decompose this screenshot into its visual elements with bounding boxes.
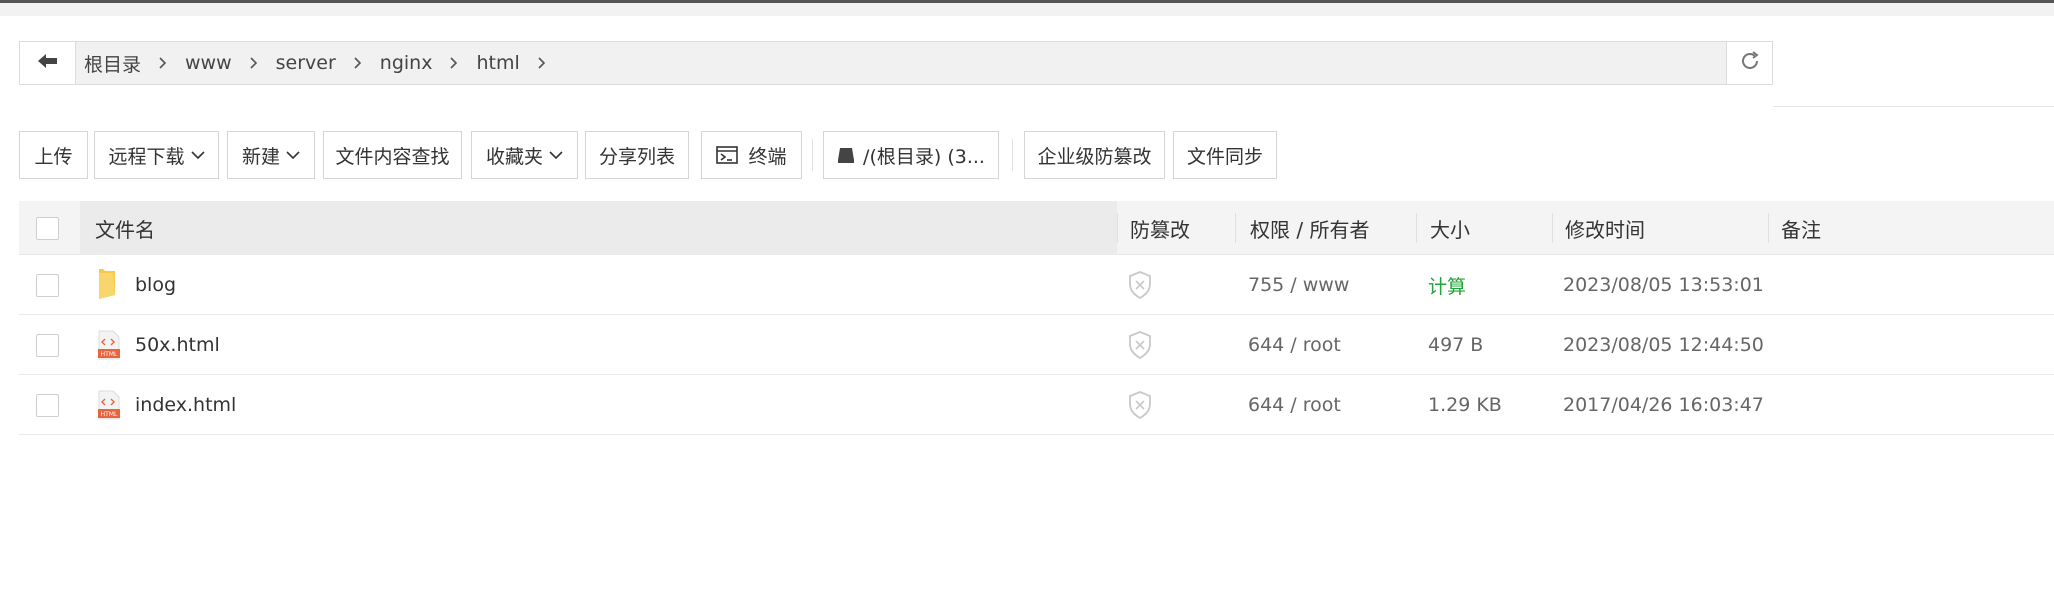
disk-icon	[837, 146, 855, 164]
perm-owner[interactable]: 644 / root	[1248, 375, 1341, 435]
table-header: 文件名 防篡改 权限 / 所有者 大小 修改时间 备注	[19, 201, 2054, 255]
svg-text:HTML: HTML	[101, 411, 118, 418]
row-checkbox[interactable]	[36, 333, 59, 357]
column-separator	[1416, 213, 1417, 243]
share-list-label: 分享列表	[598, 145, 675, 168]
back-button[interactable]	[20, 42, 76, 84]
column-separator	[1768, 213, 1769, 243]
header-mtime[interactable]: 修改时间	[1565, 201, 1645, 255]
chevron-right-icon	[536, 57, 548, 69]
favorites-button[interactable]: 收藏夹	[471, 131, 578, 179]
file-name[interactable]: 50x.html	[135, 315, 220, 375]
chevron-right-icon	[157, 57, 169, 69]
toolbar-divider	[812, 139, 813, 171]
chevron-right-icon	[248, 57, 260, 69]
toolbar-divider	[1012, 139, 1013, 171]
name-header-bg	[80, 201, 1117, 255]
disk-label: /(根目录) (3...	[863, 145, 985, 168]
file-sync-button[interactable]: 文件同步	[1173, 131, 1277, 179]
header-name[interactable]: 文件名	[95, 201, 155, 255]
terminal-label: 终端	[748, 145, 787, 168]
folder-icon	[95, 255, 119, 315]
svg-text:HTML: HTML	[101, 351, 118, 358]
upload-label: 上传	[34, 145, 73, 168]
crumb-www[interactable]: www	[185, 52, 242, 74]
chevron-right-icon	[448, 57, 460, 69]
file-name[interactable]: index.html	[135, 375, 236, 435]
divider	[1773, 106, 2054, 107]
remote-download-button[interactable]: 远程下载	[94, 131, 219, 179]
remote-download-label: 远程下载	[108, 145, 185, 168]
file-size: 497 B	[1428, 334, 1484, 356]
upload-button[interactable]: 上传	[19, 131, 88, 179]
select-all-checkbox[interactable]	[36, 216, 59, 240]
crumb-nginx[interactable]: nginx	[380, 52, 443, 74]
content-search-button[interactable]: 文件内容查找	[323, 131, 462, 179]
select-all-cell	[36, 201, 59, 255]
content-search-label: 文件内容查找	[335, 145, 450, 168]
column-separator	[1117, 213, 1118, 243]
html-file-icon: HTML	[97, 375, 121, 435]
modified-time: 2023/08/05 13:53:01	[1563, 274, 1764, 296]
crumb-html[interactable]: html	[476, 52, 529, 74]
table-row[interactable]: blog 755 / www 计算 2023/08/05 13:53:01	[19, 255, 2054, 315]
modified-time: 2017/04/26 16:03:47	[1563, 394, 1764, 416]
terminal-icon	[716, 146, 739, 164]
header-note: 备注	[1781, 217, 1821, 242]
file-name[interactable]: blog	[135, 255, 176, 315]
top-band	[0, 3, 2054, 16]
refresh-icon	[1739, 50, 1761, 76]
perm-owner[interactable]: 755 / www	[1248, 255, 1349, 315]
column-separator	[1235, 213, 1236, 243]
new-label: 新建	[241, 145, 280, 168]
crumb-server[interactable]: server	[276, 52, 346, 74]
calc-size-link[interactable]: 计算	[1428, 255, 1466, 315]
shield-x-icon[interactable]	[1128, 315, 1152, 375]
row-checkbox[interactable]	[36, 393, 59, 417]
table-row[interactable]: HTML index.html 644 / root 1.29 KB 2017/…	[19, 375, 2054, 435]
file-size: 1.29 KB	[1428, 394, 1502, 416]
html-file-icon: HTML	[97, 315, 121, 375]
chevron-down-icon	[549, 150, 563, 160]
new-button[interactable]: 新建	[227, 131, 315, 179]
perm-owner[interactable]: 644 / root	[1248, 315, 1341, 375]
row-checkbox[interactable]	[36, 273, 59, 297]
header-perm[interactable]: 权限 / 所有者	[1250, 201, 1369, 255]
arrow-left-icon	[37, 53, 58, 73]
chevron-right-icon	[352, 57, 364, 69]
column-separator	[1552, 213, 1553, 243]
disk-button[interactable]: /(根目录) (3...	[823, 131, 999, 179]
file-sync-label: 文件同步	[1186, 145, 1263, 168]
chevron-down-icon	[286, 150, 300, 160]
header-size[interactable]: 大小	[1430, 201, 1470, 255]
modified-time: 2023/08/05 12:44:50	[1563, 334, 1764, 356]
header-tamper: 防篡改	[1130, 217, 1190, 242]
favorites-label: 收藏夹	[485, 145, 543, 168]
path-bar: 根目录 www server nginx html	[19, 41, 1773, 85]
breadcrumb: 根目录 www server nginx html	[76, 42, 1726, 84]
table-row[interactable]: HTML 50x.html 644 / root 497 B 2023/08/0…	[19, 315, 2054, 375]
terminal-button[interactable]: 终端	[701, 131, 802, 179]
enterprise-tamper-button[interactable]: 企业级防篡改	[1024, 131, 1165, 179]
shield-x-icon[interactable]	[1128, 255, 1152, 315]
enterprise-tamper-label: 企业级防篡改	[1037, 145, 1152, 168]
share-list-button[interactable]: 分享列表	[585, 131, 689, 179]
shield-x-icon[interactable]	[1128, 375, 1152, 435]
chevron-down-icon	[190, 150, 205, 160]
refresh-button[interactable]	[1726, 42, 1772, 84]
crumb-root[interactable]: 根目录	[84, 50, 151, 77]
